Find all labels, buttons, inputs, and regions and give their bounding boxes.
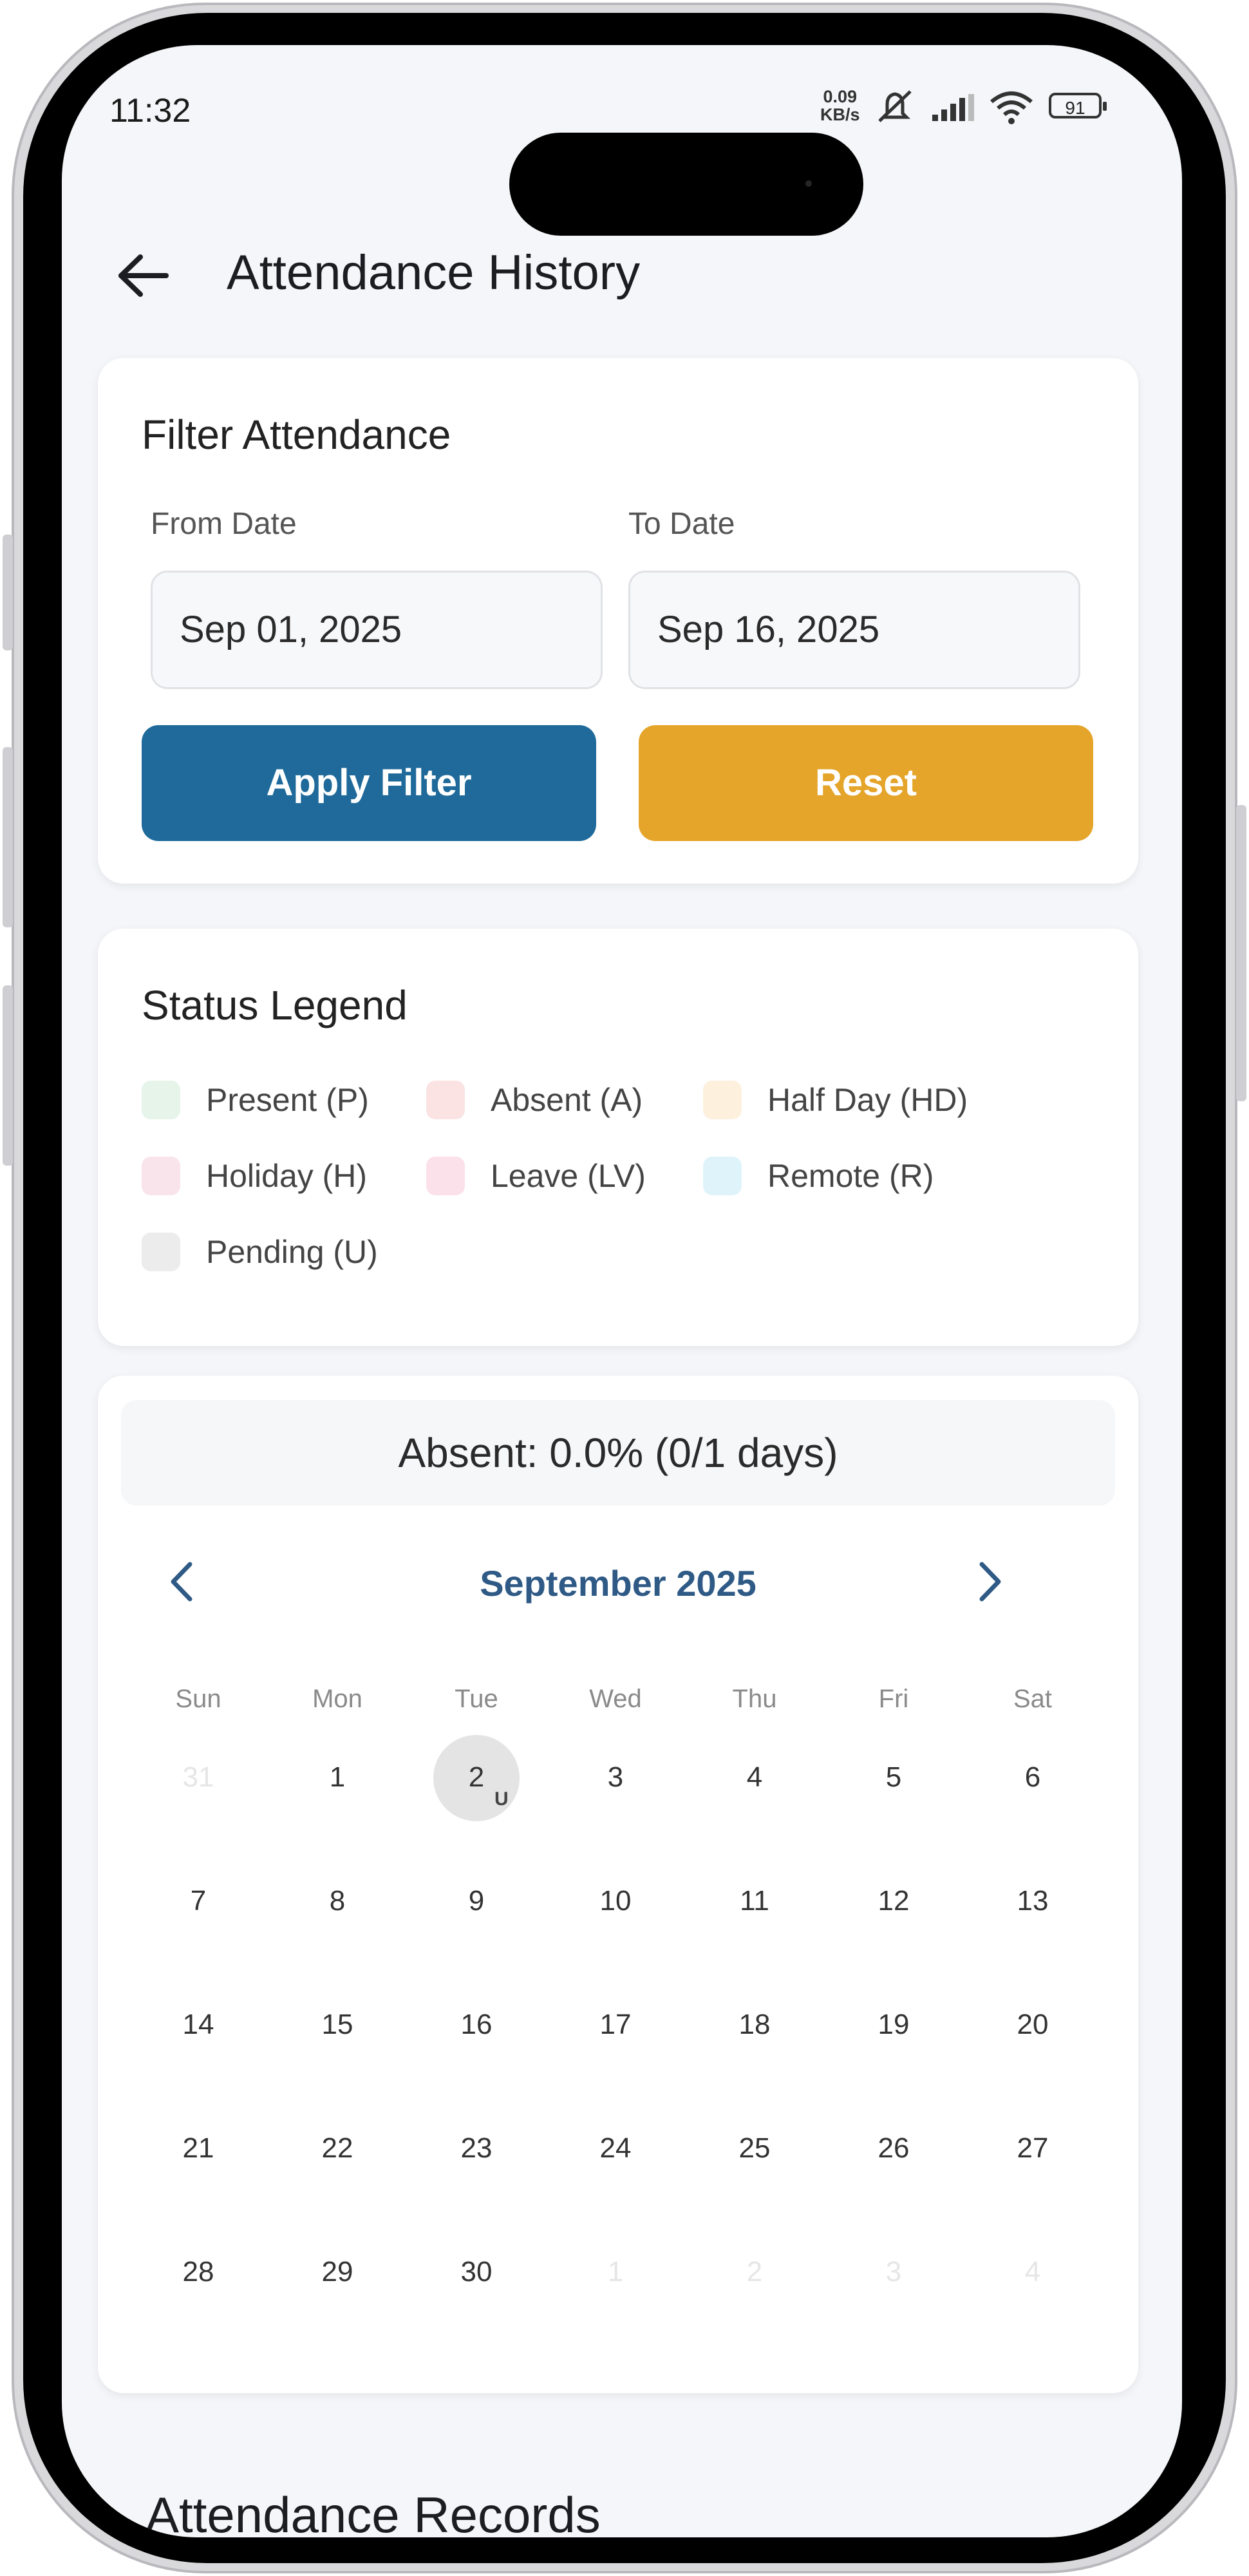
calendar-day[interactable]: 12 [849,1885,939,1917]
status-legend-card: Status Legend Present (P) Absent (A) Half … [98,929,1138,1346]
calendar-day[interactable]: 28 [153,2256,243,2288]
calendar-day-outside: 3 [885,2256,902,2287]
legend-label: Holiday (H) [206,1158,368,1194]
calendar-day[interactable]: 2 [431,1761,521,1794]
calendar-day[interactable]: 3 [570,1761,661,1794]
legend-item: Holiday (H) [142,1157,367,1195]
calendar-day[interactable]: 4 [709,1761,800,1794]
legend-item: Present (P) [142,1081,369,1119]
calendar-day[interactable]: 13 [988,1885,1078,1917]
calendar-day[interactable]: 26 [849,2132,939,2164]
to-date-label: To Date [628,507,735,541]
legend-swatch [142,1233,180,1271]
calendar-day-outside: 31 [182,1761,214,1793]
calendar-day[interactable]: 27 [988,2132,1078,2164]
legend-label: Half Day (HD) [767,1082,968,1118]
weekday-label: Sun [175,1685,221,1713]
to-date-field[interactable]: Sep 16, 2025 [628,571,1080,689]
legend-label: Absent (A) [491,1082,643,1118]
calendar-day[interactable]: 1 [292,1761,382,1794]
arrow-left-icon [118,254,169,297]
calendar-day[interactable]: 30 [431,2256,521,2288]
legend-label: Present (P) [206,1082,369,1118]
legend-label: Leave (LV) [491,1158,646,1194]
calendar-day[interactable]: 16 [431,2009,521,2041]
calendar-day-outside: 1 [607,2256,624,2287]
dynamic-island [509,133,863,236]
legend-swatch [142,1081,180,1119]
calendar-day[interactable]: 8 [292,1885,382,1917]
attendance-records-title: Attendance Records [146,2486,601,2537]
legend-item: Absent (A) [426,1081,643,1119]
weekday-label: Mon [312,1685,362,1713]
back-button[interactable] [111,243,175,308]
calendar-day[interactable]: 6 [988,1761,1078,1794]
legend-title: Status Legend [142,982,408,1028]
calendar-day[interactable]: 18 [709,2009,800,2041]
weekday-label: Sat [1013,1685,1053,1713]
calendar-day-outside: 4 [1024,2256,1041,2287]
calendar-day[interactable]: 20 [988,2009,1078,2041]
next-month-button[interactable] [958,1549,1022,1614]
legend-item: Remote (R) [703,1157,934,1195]
battery-icon: 91 [1049,93,1107,118]
signal-icon [932,94,974,121]
camera-dot [805,180,812,187]
calendar-day[interactable]: 23 [431,2132,521,2164]
legend-label: Pending (U) [206,1234,378,1270]
filter-title: Filter Attendance [142,412,451,458]
legend-item: Leave (LV) [426,1157,646,1195]
chevron-right-icon [979,1562,1001,1602]
calendar-card: Absent: 0.0% (0/1 days) September 2025 S… [98,1376,1138,2393]
calendar-day[interactable]: 5 [849,1761,939,1794]
app-screen: 11:32 0.09 KB/s 91 Attendance History Fi… [62,45,1182,2537]
legend-item: Pending (U) [142,1233,378,1271]
absence-summary: Absent: 0.0% (0/1 days) [121,1400,1115,1506]
reset-button[interactable]: Reset [639,725,1093,841]
page-title: Attendance History [227,245,641,300]
weekday-label: Fri [878,1685,909,1713]
calendar-day[interactable]: 14 [153,2009,243,2041]
calendar-day[interactable]: 21 [153,2132,243,2164]
filter-card: Filter Attendance From Date To Date Sep … [98,358,1138,884]
weekday-label: Wed [589,1685,642,1713]
calendar-day-outside: 2 [746,2256,763,2287]
volume-down-button [3,985,13,1166]
power-button [1236,805,1246,1101]
mute-icon [878,90,912,122]
calendar-day[interactable]: 9 [431,1885,521,1917]
wifi-icon [990,91,1033,124]
calendar-day[interactable]: 10 [570,1885,661,1917]
calendar-day[interactable]: 19 [849,2009,939,2041]
calendar-day[interactable]: 7 [153,1885,243,1917]
network-speed-unit: KB/s [820,105,860,124]
legend-label: Remote (R) [767,1158,934,1194]
legend-swatch [142,1157,180,1195]
network-speed-value: 0.09 [823,87,858,106]
calendar-day[interactable]: 29 [292,2256,382,2288]
legend-swatch [426,1081,465,1119]
network-speed: 0.09 KB/s [820,88,860,124]
calendar-day[interactable]: 22 [292,2132,382,2164]
weekday-label: Tue [455,1685,498,1713]
apply-filter-button[interactable]: Apply Filter [142,725,596,841]
legend-swatch [703,1081,742,1119]
from-date-field[interactable]: Sep 01, 2025 [151,571,603,689]
legend-swatch [426,1157,465,1195]
calendar-day[interactable]: 17 [570,2009,661,2041]
calendar-day[interactable]: 15 [292,2009,382,2041]
calendar-day[interactable]: 11 [709,1885,800,1917]
legend-item: Half Day (HD) [703,1081,968,1119]
mute-switch [3,535,13,650]
legend-swatch [703,1157,742,1195]
status-time: 11:32 [109,92,191,129]
weekday-label: Thu [732,1685,777,1713]
from-date-label: From Date [151,507,297,541]
calendar-day[interactable]: 24 [570,2132,661,2164]
volume-up-button [3,747,13,927]
calendar-day[interactable]: 25 [709,2132,800,2164]
